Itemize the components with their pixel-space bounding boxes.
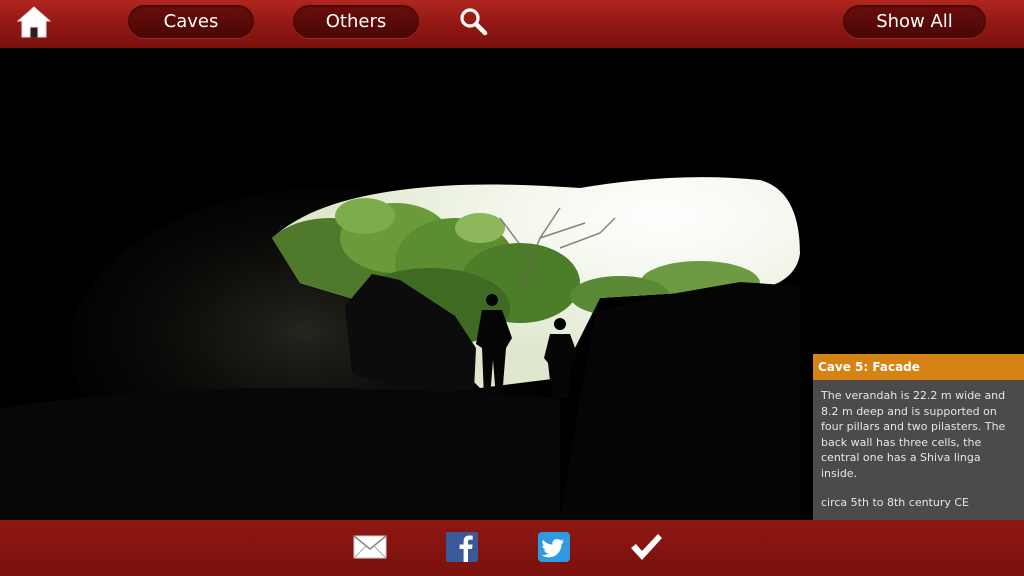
caves-button-label: Caves <box>163 11 219 32</box>
twitter-icon[interactable] <box>536 530 572 564</box>
search-icon[interactable] <box>458 6 488 36</box>
others-button-label: Others <box>325 11 387 32</box>
caves-button[interactable]: Caves <box>128 5 254 38</box>
facebook-icon[interactable] <box>444 530 480 564</box>
caption-panel: Cave 5: Facade The verandah is 22.2 m wi… <box>813 354 1024 520</box>
caption-description: The verandah is 22.2 m wide and 8.2 m de… <box>821 389 1006 480</box>
show-all-button[interactable]: Show All <box>843 5 986 38</box>
top-toolbar: Caves Others Show All <box>0 0 1024 48</box>
home-icon[interactable] <box>14 4 54 40</box>
caption-date: circa 5th to 8th century CE <box>821 496 970 509</box>
others-button[interactable]: Others <box>293 5 419 38</box>
email-icon[interactable] <box>352 530 388 564</box>
show-all-button-label: Show All <box>876 11 953 32</box>
checkmark-icon[interactable] <box>628 530 664 564</box>
caption-title: Cave 5: Facade <box>813 354 1024 380</box>
bottom-toolbar <box>0 520 1024 576</box>
